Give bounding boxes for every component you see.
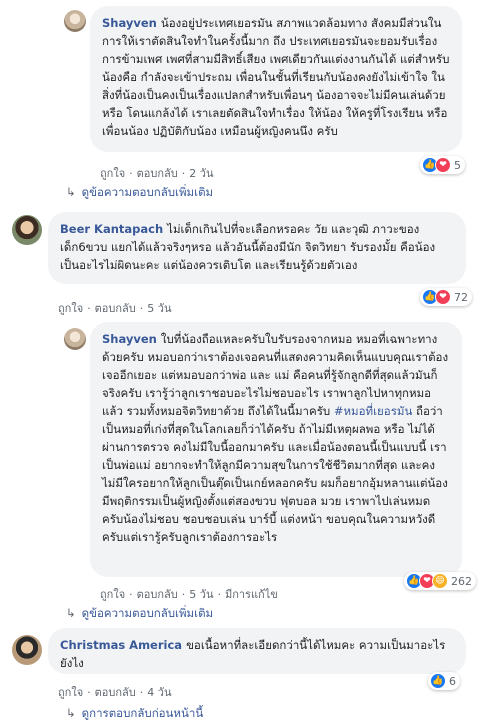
reaction-summary[interactable]: 👍 6 [428,672,460,690]
reply-arrow-icon: ↳ [66,185,76,199]
avatar-shayven-1[interactable] [64,10,86,32]
haha-reaction-icon: 😄 [432,573,448,589]
like-button[interactable]: ถูกใจ [100,167,125,180]
reply-button[interactable]: ตอบกลับ [137,167,178,180]
reaction-count: 72 [454,290,468,304]
comment-bubble: Beer Kantapach ไม่เด็กเกินไปที่จะเลือกหรอ… [48,212,466,284]
reaction-count: 5 [454,158,461,172]
comment-text-continued: ถือว่าเป็นหมอที่เก่งที่สุดในโลกเลยก็ว่าไ… [102,404,448,544]
reply-arrow-icon: ↳ [66,606,76,620]
comment-author[interactable]: Christmas America [60,638,182,652]
like-button[interactable]: ถูกใจ [58,302,83,315]
timestamp[interactable]: 2 วัน [189,167,213,180]
reply-button[interactable]: ตอบกลับ [95,302,136,315]
separator-dot: · [139,302,144,315]
more-replies-label: ดูข้อความตอบกลับเพิ่มเติม [81,185,214,199]
timestamp[interactable]: 4 วัน [147,686,171,699]
more-replies-label: ดูข้อความตอบกลับเพิ่มเติม [81,606,214,620]
reaction-count: 262 [451,574,472,588]
separator-dot: · [139,686,144,699]
comment-bubble: Shayven น้องอยู่ประเทศเยอรมัน สภาพแวดล้อม… [90,6,462,152]
comment-actions: ถูกใจ · ตอบกลับ · 5 วัน [58,299,171,317]
separator-dot: · [181,588,186,601]
avatar-beer-kantapach[interactable] [12,215,42,245]
comment-text: น้องอยู่ประเทศเยอรมัน สภาพแวดล้อมทาง สัง… [102,16,450,138]
comment-author[interactable]: Shayven [102,16,157,30]
reaction-count: 6 [449,674,456,688]
comment-bubble: Shayven ใบที่น้องถือแหละครับใบรับรองจากหม… [90,322,462,577]
avatar-shayven-2[interactable] [64,328,86,350]
love-reaction-icon: ❤ [435,157,451,173]
separator-dot: · [181,167,186,180]
love-reaction-icon: ❤ [435,289,451,305]
separator-dot: · [129,167,133,180]
hashtag-link[interactable]: #หมอที่เยอรมัน [334,404,412,418]
previous-replies-link[interactable]: ↳ ดูการตอบกลับก่อนหน้านี้ [66,705,203,723]
comment-author[interactable]: Beer Kantapach [60,222,163,236]
more-replies-link[interactable]: ↳ ดูข้อความตอบกลับเพิ่มเติม [66,184,213,202]
separator-dot: · [87,686,91,699]
separator-dot: · [129,588,133,601]
comment-author[interactable]: Shayven [102,332,157,346]
separator-dot: · [217,588,221,601]
comment-actions: ถูกใจ · ตอบกลับ · 4 วัน [58,683,171,701]
timestamp[interactable]: 5 วัน [147,302,171,315]
timestamp[interactable]: 5 วัน [189,588,213,601]
like-reaction-icon: 👍 [430,673,446,689]
reply-arrow-icon: ↳ [66,706,76,720]
separator-dot: · [87,302,91,315]
like-button[interactable]: ถูกใจ [100,588,125,601]
reply-button[interactable]: ตอบกลับ [137,588,178,601]
more-replies-link[interactable]: ↳ ดูข้อความตอบกลับเพิ่มเติม [66,605,213,623]
reaction-summary[interactable]: 👍 ❤ 72 [420,288,472,306]
previous-replies-label: ดูการตอบกลับก่อนหน้านี้ [81,706,204,720]
like-button[interactable]: ถูกใจ [58,686,83,699]
reaction-summary[interactable]: 👍 ❤ 5 [420,156,465,174]
reply-button[interactable]: ตอบกลับ [95,686,136,699]
avatar-christmas-america[interactable] [12,635,42,665]
comment-actions: ถูกใจ · ตอบกลับ · 5 วัน · มีการแก้ไข [100,585,278,603]
reaction-summary[interactable]: 👍 ❤ 😄 262 [404,572,476,590]
comment-actions: ถูกใจ · ตอบกลับ · 2 วัน [100,164,213,182]
comment-bubble: Christmas America ขอเนื้อหาที่ละเอียดกว่า… [48,628,466,674]
edited-label[interactable]: มีการแก้ไข [225,588,278,601]
